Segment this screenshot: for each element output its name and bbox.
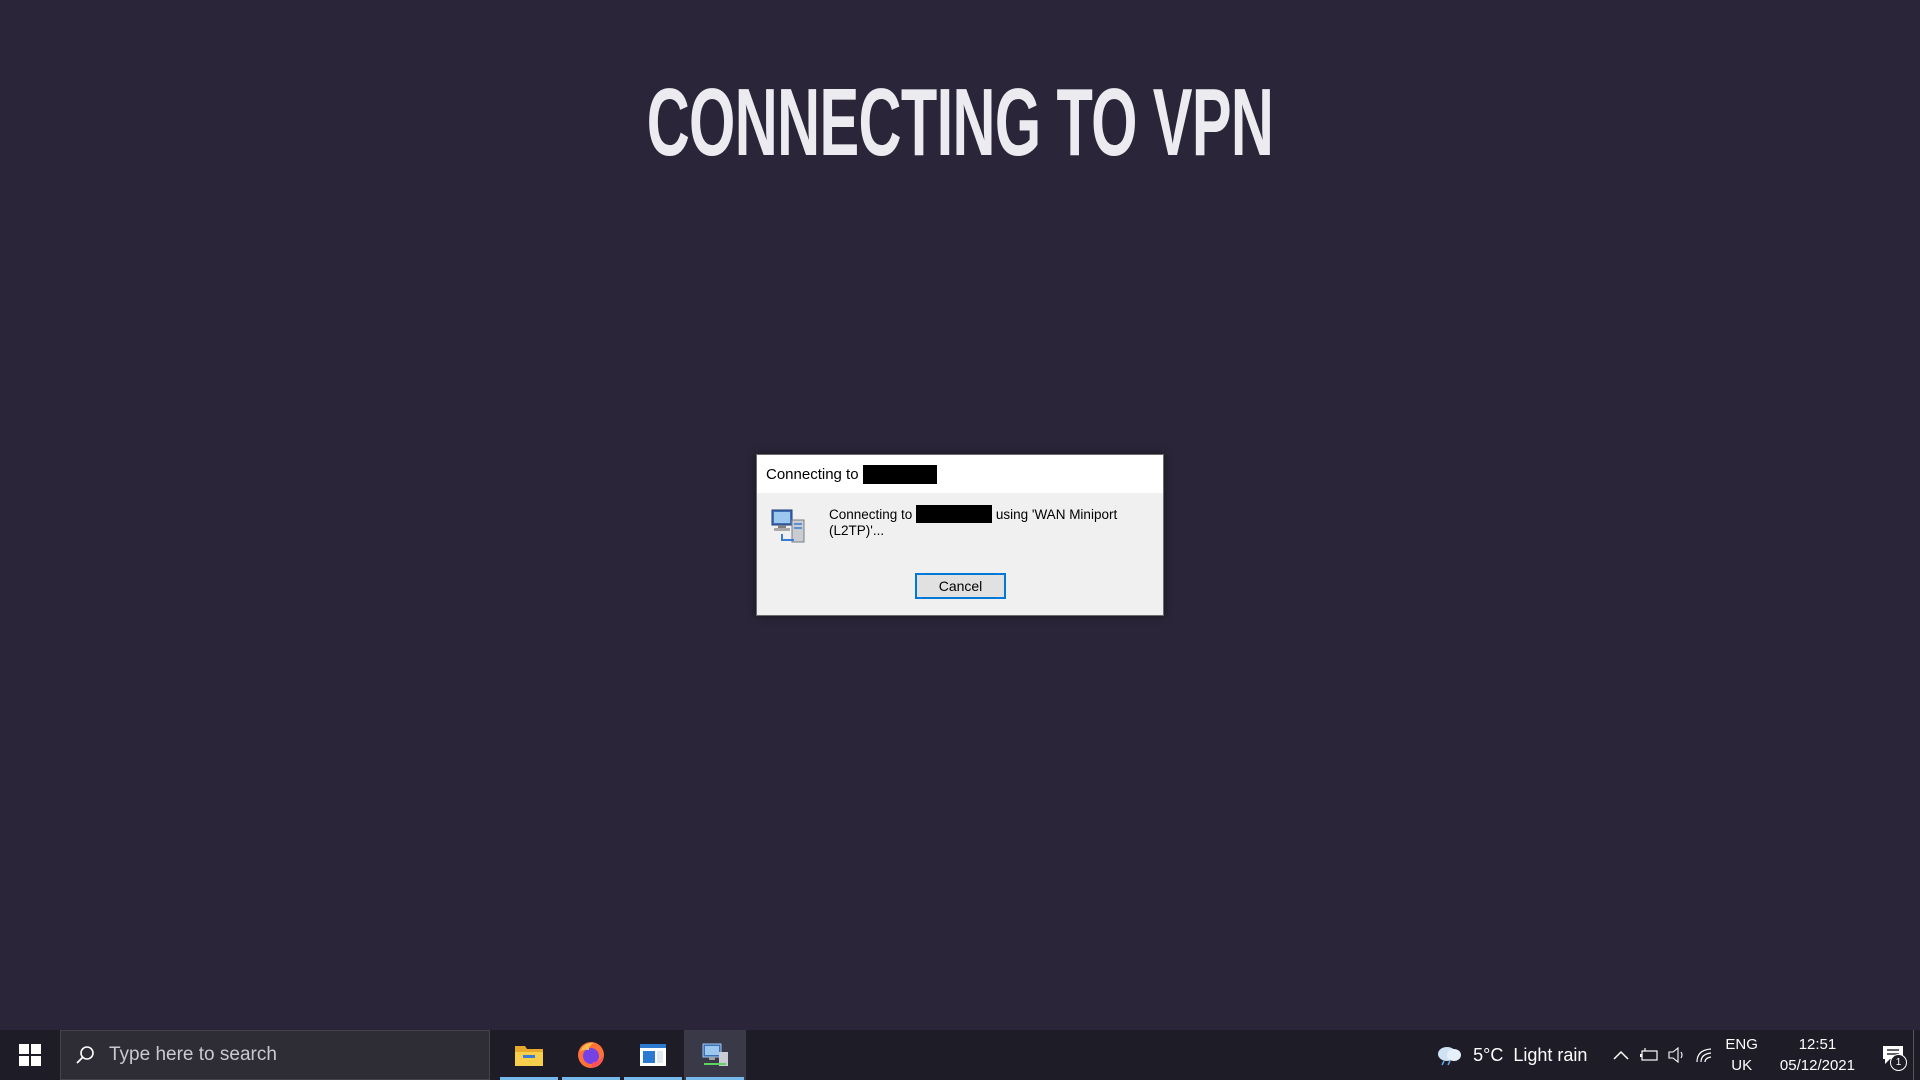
dialog-title: Connecting to [766, 465, 859, 483]
taskbar-app-firefox[interactable] [560, 1030, 622, 1080]
page-title: CONNECTING TO VPN [646, 69, 1274, 176]
search-icon [76, 1046, 94, 1064]
cloud-rain-icon [1438, 1047, 1462, 1066]
network-button[interactable] [1691, 1047, 1719, 1063]
notification-count-badge: 1 [1890, 1054, 1907, 1071]
taskbar: Type here to search 5°C Light rain ENG U… [0, 1030, 1920, 1080]
speaker-icon [1668, 1047, 1683, 1063]
action-center-button[interactable]: 1 [1873, 1030, 1913, 1080]
battery-icon [1640, 1048, 1659, 1061]
system-tray: 5°C Light rain ENG UK 12:51 05/12/2021 1 [1435, 1030, 1920, 1080]
network-connection-icon [770, 506, 810, 546]
window-app-icon [640, 1044, 666, 1066]
network-connection-icon [702, 1043, 728, 1066]
wifi-icon [1696, 1048, 1712, 1063]
dialog-titlebar[interactable]: Connecting to [757, 455, 1163, 493]
taskbar-app-window[interactable] [622, 1030, 684, 1080]
search-placeholder: Type here to search [109, 1044, 277, 1065]
cancel-button[interactable]: Cancel [915, 573, 1006, 599]
clock-date: 05/12/2021 [1779, 1057, 1855, 1074]
windows-logo-icon [19, 1044, 41, 1066]
clock-time: 12:51 [1798, 1036, 1837, 1053]
volume-button[interactable] [1663, 1047, 1691, 1063]
dialog-message: Connecting to using 'WAN Miniport (L2TP)… [829, 505, 1149, 539]
redacted-server-name [916, 505, 993, 523]
weather-widget[interactable]: 5°C Light rain [1435, 1044, 1587, 1066]
taskbar-search-input[interactable]: Type here to search [60, 1030, 490, 1080]
show-hidden-icons-button[interactable] [1607, 1050, 1635, 1060]
weather-description: Light rain [1513, 1044, 1588, 1065]
dialog-message-prefix: Connecting to [829, 507, 913, 522]
chevron-up-icon [1613, 1050, 1629, 1060]
redacted-connection-name [862, 464, 937, 484]
language-code: ENG [1725, 1036, 1758, 1053]
file-explorer-icon [515, 1046, 543, 1066]
language-region: UK [1731, 1057, 1753, 1074]
taskbar-app-file-explorer[interactable] [498, 1030, 560, 1080]
taskbar-app-network-connection[interactable] [684, 1030, 746, 1080]
start-button[interactable] [0, 1030, 60, 1080]
firefox-icon [578, 1042, 604, 1068]
vpn-connecting-dialog: Connecting to Connecting to using 'WAN M… [756, 454, 1164, 616]
battery-button[interactable] [1635, 1048, 1663, 1062]
clock-button[interactable]: 12:51 05/12/2021 [1780, 1034, 1855, 1076]
show-desktop-button[interactable] [1913, 1030, 1920, 1080]
weather-temperature: 5°C [1473, 1044, 1504, 1065]
input-language-button[interactable]: ENG UK [1725, 1034, 1758, 1076]
